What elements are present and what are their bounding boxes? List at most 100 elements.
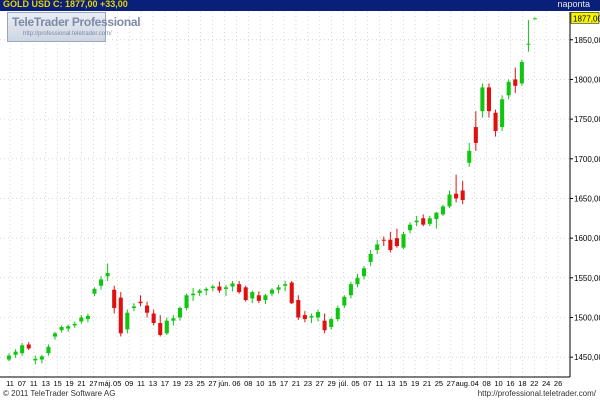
candle-body [243,287,248,301]
date-tick-label: 13 [149,379,157,388]
candle-body [66,326,71,329]
date-tick-label: 23 [304,379,312,388]
date-tick-label: júl. [338,379,349,388]
candle-body [256,295,261,301]
candle-body [145,305,150,313]
candle-body [204,288,209,291]
candle-body [92,288,97,294]
candle-body [519,61,524,84]
candle-body [322,320,327,331]
candle-body [296,300,301,318]
date-tick-label: 15 [268,379,276,388]
candle-body [394,238,399,247]
candle-body [467,150,472,163]
date-tick-label: 27 [89,379,97,388]
candle-body [486,87,492,112]
date-tick-label: 08 [482,379,490,388]
candle-body [263,295,268,301]
candle-body [223,287,229,289]
candle-body [526,43,531,45]
date-tick-label: 27 [316,379,324,388]
price-tick-label: 1550,00 [574,274,600,283]
date-tick-label: 07 [18,379,26,388]
candle-body [421,218,426,225]
date-tick-label: 23 [185,379,193,388]
candle-body [427,218,432,224]
candle-body [315,311,321,318]
candle-body [39,356,44,360]
date-tick-label: 05 [351,379,359,388]
candle-body [177,307,182,318]
date-tick-label: 10 [494,379,502,388]
candle-body [151,313,156,324]
candle-body [381,239,386,241]
date-tick-label: 18 [518,379,526,388]
candle-body [158,323,163,335]
candle-body [302,315,307,320]
date-tick-label: máj. [98,379,112,388]
candle-body [52,333,58,337]
date-tick-label: 26 [554,379,562,388]
price-tick-label: 1600,00 [574,234,600,243]
date-tick-label: 21 [423,379,431,388]
date-tick-label: 17 [280,379,288,388]
candle-body [138,301,143,304]
candle-body [362,268,367,277]
chart-window: GOLD USD C: 1877,00 +33,00 naponta 1450,… [0,0,600,400]
candle-body [184,295,189,308]
candle-body [447,194,452,207]
date-tick-label: 13 [42,379,50,388]
candle-body [6,355,12,360]
date-tick-label: 16 [506,379,514,388]
date-tick-label: 08 [244,379,252,388]
date-tick-label: 04 [471,379,479,388]
date-tick-label: 15 [53,379,61,388]
candle-body [335,307,340,320]
date-tick-label: 27 [447,379,455,388]
price-tick-label: 1750,00 [574,115,600,124]
date-tick-label: 19 [173,379,181,388]
candle-body [401,234,406,248]
candle-body [532,18,538,20]
candle-body [408,224,413,231]
candle-body [250,292,255,299]
candlestick-chart[interactable]: 1450,00 1500,00 1550,00 1600,00 1650,00 1700,… [0,0,600,400]
logo-title: TeleTrader Professional [12,15,141,29]
date-tick-label: jún. [217,379,230,388]
date-tick-label: 15 [399,379,407,388]
price-tick-label: 1450,00 [574,353,600,362]
date-tick-label: 11 [6,379,14,388]
candle-body [20,345,25,354]
candle-body [375,244,380,251]
candle-body [368,254,373,262]
candle-body [434,212,439,220]
date-tick-label: 25 [196,379,204,388]
candle-body [329,319,334,328]
candle-body [171,318,176,321]
candle-body [513,79,518,86]
date-tick-label: 17 [161,379,169,388]
candle-body [59,327,64,331]
candle-body [210,286,215,289]
candle-body [46,346,51,354]
candle-body [13,351,18,355]
candle-body [112,289,117,308]
date-tick-label: 21 [77,379,85,388]
candle-body [237,284,242,293]
date-tick-label: 05 [113,379,121,388]
candle-body [506,81,511,96]
date-tick-label: 19 [411,379,419,388]
date-tick-label: 24 [542,379,550,388]
plot-area [0,12,570,377]
candle-body [230,283,235,287]
teletrader-logo: TeleTrader Professional http://professio… [7,12,141,42]
copyright-label: © 2011 TeleTrader Software AG [3,389,116,398]
candle-body [480,87,485,112]
candle-body [342,296,347,306]
footer-link[interactable]: http://professional.teletrader.com/ [478,389,596,398]
candle-body [85,315,90,320]
date-tick-label: 22 [530,379,538,388]
price-tick-label: 1800,00 [574,75,600,84]
candle-body [309,315,314,318]
candle-body [191,293,196,296]
